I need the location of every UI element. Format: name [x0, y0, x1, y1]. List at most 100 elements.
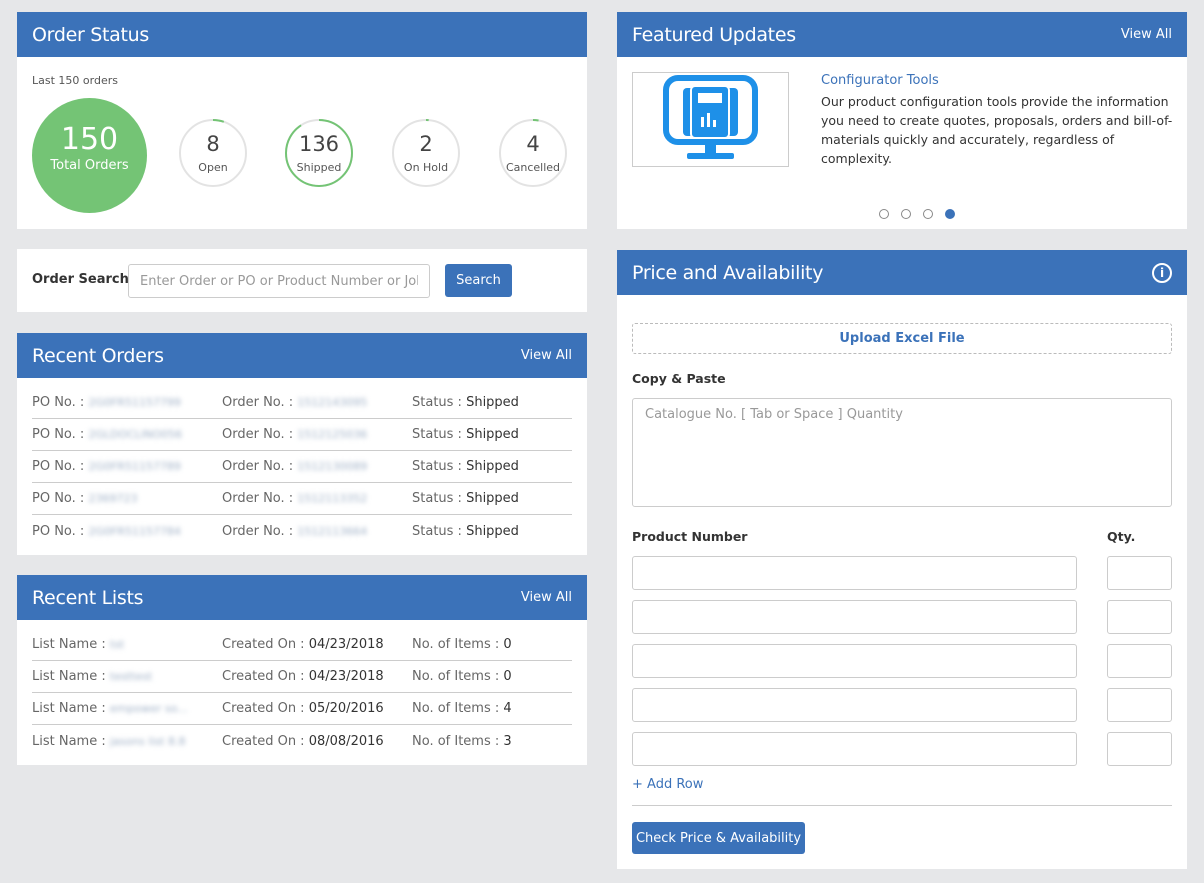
- list-name: testtest: [109, 670, 153, 683]
- recent-lists-view-all-link[interactable]: View All: [521, 590, 572, 605]
- qty-input[interactable]: [1107, 600, 1172, 634]
- order-number: 1512143095: [297, 396, 368, 409]
- po-number: 2G0FR51157789: [88, 460, 181, 473]
- order-label: Order No. :: [222, 459, 294, 474]
- qty-input[interactable]: [1107, 688, 1172, 722]
- configurator-tools-link[interactable]: Configurator Tools: [821, 73, 939, 88]
- status-label: Status :: [412, 427, 462, 442]
- created-date: 04/23/2018: [308, 637, 384, 652]
- po-label: PO No. :: [32, 427, 85, 442]
- last-orders-caption: Last 150 orders: [32, 74, 118, 87]
- product-number-input[interactable]: [632, 732, 1077, 766]
- status-label: Status :: [412, 491, 462, 506]
- po-label: PO No. :: [32, 491, 85, 506]
- order-number: 1512125036: [297, 428, 368, 441]
- copy-paste-textarea[interactable]: [632, 398, 1172, 507]
- list-item[interactable]: List Name : empower so... Created On : 05…: [32, 693, 572, 725]
- list-name-label: List Name :: [32, 669, 106, 684]
- list-name: empower so...: [109, 702, 188, 715]
- stat-open[interactable]: 8 Open: [179, 119, 247, 187]
- items-label: No. of Items :: [412, 701, 500, 716]
- recent-orders-view-all-link[interactable]: View All: [521, 348, 572, 363]
- carousel-dot-3[interactable]: [923, 209, 933, 219]
- product-number-input[interactable]: [632, 600, 1077, 634]
- stat-shipped[interactable]: 136 Shipped: [285, 119, 353, 187]
- list-item[interactable]: List Name : tst Created On : 04/23/2018 No…: [32, 629, 572, 661]
- table-row[interactable]: PO No. : 2G0FR51157799 Order No. : 151214…: [32, 387, 572, 419]
- qty-input[interactable]: [1107, 732, 1172, 766]
- carousel-dot-2[interactable]: [901, 209, 911, 219]
- items-label: No. of Items :: [412, 733, 500, 749]
- order-label: Order No. :: [222, 523, 294, 539]
- check-price-button[interactable]: Check Price & Availability: [632, 822, 805, 854]
- order-status-panel: Order Status Last 150 orders 150 Total O…: [17, 12, 587, 229]
- order-label: Order No. :: [222, 427, 294, 442]
- order-number: 1512113352: [297, 492, 368, 505]
- po-number: 2369723: [88, 492, 138, 505]
- list-item[interactable]: List Name : jasons list 8.8 Created On : …: [32, 725, 572, 757]
- created-date: 05/20/2016: [308, 701, 384, 716]
- stat-on-hold[interactable]: 2 On Hold: [392, 119, 460, 187]
- items-count: 4: [503, 701, 512, 716]
- carousel-dot-4[interactable]: [945, 209, 955, 219]
- list-name: tst: [109, 638, 125, 651]
- po-number: 2GLDOCLINO056: [88, 428, 183, 441]
- created-label: Created On :: [222, 637, 305, 652]
- created-date: 08/08/2016: [308, 733, 384, 749]
- table-row[interactable]: PO No. : 2G0FR51157789 Order No. : 151213…: [32, 451, 572, 483]
- stat-open-label: Open: [198, 161, 228, 174]
- table-row[interactable]: PO No. : 2369723 Order No. : 1512113352 St…: [32, 483, 572, 515]
- product-number-input[interactable]: [632, 644, 1077, 678]
- order-label: Order No. :: [222, 395, 294, 410]
- po-label: PO No. :: [32, 395, 85, 410]
- price-availability-title: Price and Availability: [632, 261, 824, 284]
- product-number-input[interactable]: [632, 688, 1077, 722]
- items-count: 0: [503, 669, 512, 684]
- stat-cancelled[interactable]: 4 Cancelled: [499, 119, 567, 187]
- carousel-dot-1[interactable]: [879, 209, 889, 219]
- qty-input[interactable]: [1107, 556, 1172, 590]
- status-label: Status :: [412, 459, 462, 474]
- search-button[interactable]: Search: [445, 264, 512, 297]
- featured-updates-title: Featured Updates: [632, 23, 796, 46]
- items-label: No. of Items :: [412, 669, 500, 684]
- recent-lists-title: Recent Lists: [32, 586, 144, 609]
- status-label: Status :: [412, 523, 462, 539]
- po-number: 2G0FR51157784: [88, 524, 181, 538]
- recent-orders-panel: Recent Orders View All PO No. : 2G0FR511…: [17, 333, 587, 555]
- recent-orders-header: Recent Orders View All: [17, 333, 587, 378]
- stat-cancelled-value: 4: [526, 132, 540, 156]
- product-number-input[interactable]: [632, 556, 1077, 590]
- list-name-label: List Name :: [32, 701, 106, 716]
- list-item[interactable]: List Name : testtest Created On : 04/23/2…: [32, 661, 572, 693]
- order-number: 1512113664: [297, 524, 368, 538]
- items-label: No. of Items :: [412, 637, 500, 652]
- stat-shipped-value: 136: [298, 132, 340, 156]
- price-availability-panel: Price and Availability i Upload Excel Fi…: [617, 250, 1187, 869]
- qty-input[interactable]: [1107, 644, 1172, 678]
- table-row[interactable]: PO No. : 2GLDOCLINO056 Order No. : 151212…: [32, 419, 572, 451]
- copy-paste-label: Copy & Paste: [632, 371, 726, 386]
- stat-open-value: 8: [206, 132, 220, 156]
- created-label: Created On :: [222, 669, 305, 684]
- items-count: 0: [503, 637, 512, 652]
- stat-on-hold-label: On Hold: [403, 161, 449, 174]
- qty-label: Qty.: [1107, 529, 1136, 544]
- info-icon[interactable]: i: [1152, 262, 1172, 283]
- upload-excel-button[interactable]: Upload Excel File: [632, 323, 1172, 354]
- created-label: Created On :: [222, 733, 305, 749]
- order-search-panel: Order Search Search: [17, 249, 587, 312]
- configurator-image[interactable]: [632, 72, 789, 167]
- status-value: Shipped: [466, 491, 519, 506]
- table-row[interactable]: PO No. : 2G0FR51157784 Order No. : 151211…: [32, 515, 572, 547]
- featured-view-all-link[interactable]: View All: [1121, 27, 1172, 42]
- po-label: PO No. :: [32, 523, 85, 539]
- monitor-calculator-icon: [663, 75, 758, 159]
- order-search-label: Order Search: [32, 272, 129, 287]
- list-name: jasons list 8.8: [109, 734, 186, 748]
- total-orders-circle[interactable]: 150 Total Orders: [32, 98, 147, 213]
- order-search-input[interactable]: [128, 264, 430, 298]
- status-value: Shipped: [466, 395, 519, 410]
- add-row-link[interactable]: + Add Row: [632, 777, 703, 792]
- divider: [632, 805, 1172, 806]
